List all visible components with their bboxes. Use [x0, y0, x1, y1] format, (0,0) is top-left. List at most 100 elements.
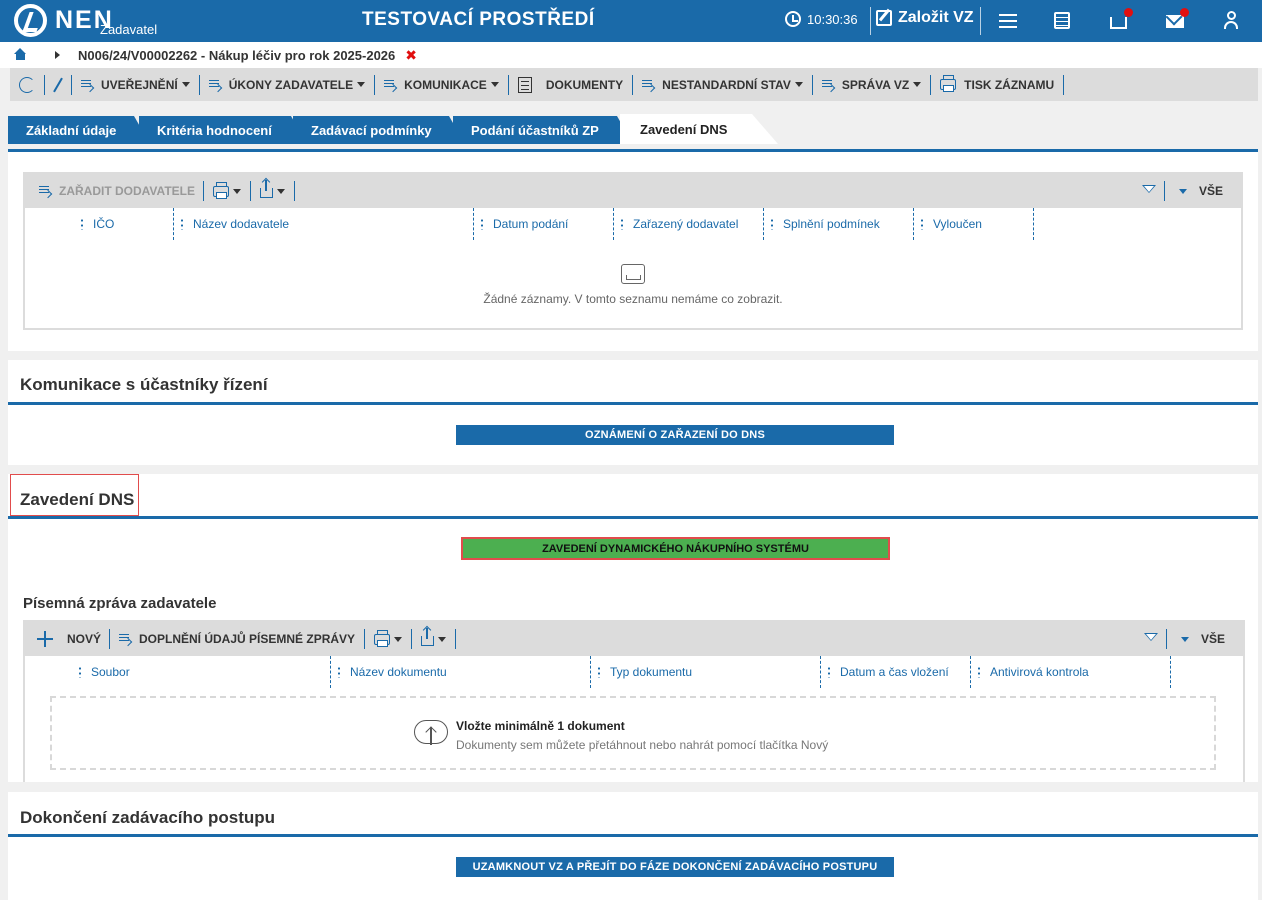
col-soubor[interactable]: Soubor — [79, 656, 130, 688]
refresh-button[interactable] — [10, 68, 44, 101]
menu-tisk-zaznamu[interactable]: TISK ZÁZNAMU — [931, 68, 1063, 101]
menu-sprava-vz[interactable]: SPRÁVA VZ — [813, 68, 930, 101]
menu-icon[interactable] — [997, 10, 1019, 32]
col-vyloucen[interactable]: Vyloučen — [921, 208, 982, 240]
print-icon — [213, 181, 229, 199]
home-icon[interactable] — [14, 48, 27, 61]
close-icon[interactable]: ✖ — [405, 47, 417, 64]
column-divider[interactable] — [473, 208, 474, 240]
zavedeni-dns-button[interactable]: ZAVEDENÍ DYNAMICKÉHO NÁKUPNÍHO SYSTÉMU — [461, 537, 890, 560]
menu-komunikace[interactable]: KOMUNIKACE — [375, 68, 508, 101]
uzamknout-vz-button[interactable]: UZAMKNOUT VZ A PŘEJÍT DO FÁZE DOKONČENÍ … — [456, 857, 894, 877]
suppliers-grid-toolbar: ZAŘADIT DODAVATELE VŠE — [25, 174, 1241, 208]
create-vz-label: Založit VZ — [898, 9, 974, 26]
view-all-dropdown[interactable]: VŠE — [1165, 175, 1241, 208]
column-divider[interactable] — [913, 208, 914, 240]
col-datum-podani[interactable]: Datum podání — [481, 208, 568, 240]
tab-label: Podání účastníků ZP — [471, 122, 599, 138]
breadcrumb-title[interactable]: N006/24/V00002262 - Nákup léčiv pro rok … — [78, 48, 395, 63]
doplneni-udaju-button[interactable]: DOPLNĚNÍ ÚDAJŮ PÍSEMNÉ ZPRÁVY — [110, 623, 364, 656]
export-menu-button[interactable] — [412, 623, 455, 656]
col-nazev-dokumentu[interactable]: Název dokumentu — [338, 656, 447, 688]
communication-panel: Komunikace s účastníky řízení OZNÁMENÍ O… — [8, 360, 1258, 465]
caret-down-icon — [233, 188, 241, 194]
filter-button[interactable] — [1134, 175, 1164, 208]
column-divider[interactable] — [590, 656, 591, 688]
col-splneni-podminek[interactable]: Splnění podmínek — [771, 208, 880, 240]
divider — [870, 7, 871, 35]
plus-icon — [37, 631, 53, 647]
col-nazev-dodavatele[interactable]: Název dodavatele — [181, 208, 289, 240]
zaradit-dodavatele-button[interactable]: ZAŘADIT DODAVATELE — [25, 175, 203, 208]
empty-tray-icon — [621, 264, 645, 284]
column-divider[interactable] — [330, 656, 331, 688]
tab-label: Kritéria hodnocení — [157, 122, 272, 138]
col-ico[interactable]: IČO — [81, 208, 114, 240]
upload-title: Vložte minimálně 1 dokument — [456, 719, 625, 733]
mail-icon[interactable] — [1164, 8, 1189, 32]
empty-text: Žádné záznamy. V tomto seznamu nemáme co… — [483, 292, 783, 306]
column-divider[interactable] — [613, 208, 614, 240]
tab-podani-ucastniku[interactable]: Podání účastníků ZP — [453, 116, 633, 144]
print-menu-button[interactable] — [365, 623, 411, 656]
tab-zakladni-udaje[interactable]: Základní údaje — [8, 116, 150, 144]
section-title: Zavedení DNS — [20, 490, 135, 509]
print-menu-button[interactable] — [204, 175, 250, 208]
menu-nestandardni-stav[interactable]: NESTANDARDNÍ STAV — [633, 68, 812, 101]
oznameni-zarazeni-button[interactable]: OZNÁMENÍ O ZAŘAZENÍ DO DNS — [456, 425, 894, 445]
menu-dokumenty[interactable]: DOKUMENTY — [509, 68, 632, 101]
tab-zadavaci-podminky[interactable]: Zadávací podmínky — [293, 116, 465, 144]
pencil-icon — [53, 77, 63, 92]
column-divider[interactable] — [763, 208, 764, 240]
tab-kriteria-hodnoceni[interactable]: Kritéria hodnocení — [139, 116, 307, 144]
cloud-upload-icon — [414, 720, 448, 745]
breadcrumb: N006/24/V00002262 - Nákup léčiv pro rok … — [0, 42, 1262, 68]
upload-dropzone[interactable]: Vložte minimálně 1 dokument Dokumenty se… — [50, 696, 1216, 770]
tab-zavedeni-dns[interactable]: Zavedení DNS — [620, 114, 778, 144]
column-divider[interactable] — [1170, 656, 1171, 688]
caret-down-icon — [277, 188, 285, 194]
col-zarazeny-dodavatel[interactable]: Zařazený dodavatel — [621, 208, 738, 240]
create-vz-button[interactable]: Založit VZ — [876, 9, 974, 27]
user-icon[interactable] — [1220, 11, 1242, 33]
caret-down-icon — [357, 82, 366, 87]
tab-label: Zavedení DNS — [640, 121, 728, 137]
export-menu-button[interactable] — [251, 175, 294, 208]
environment-title: TESTOVACÍ PROSTŘEDÍ — [362, 9, 595, 30]
menu-uverejneni[interactable]: UVEŘEJNĚNÍ — [72, 68, 199, 101]
menu-ukony-zadavatele[interactable]: ÚKONY ZADAVATELE — [200, 68, 374, 101]
calculator-icon[interactable] — [1052, 10, 1074, 32]
caret-down-icon — [1180, 636, 1189, 642]
clock-time: 10:30:36 — [807, 11, 858, 27]
filter-icon — [1143, 632, 1158, 646]
caret-down-icon — [181, 82, 190, 87]
view-all-dropdown[interactable]: VŠE — [1167, 623, 1243, 656]
column-divider[interactable] — [820, 656, 821, 688]
report-title: Písemná zpráva zadavatele — [23, 595, 217, 612]
col-typ-dokumentu[interactable]: Typ dokumentu — [598, 656, 692, 688]
documents-header-row: Soubor Název dokumentu Typ dokumentu Dat… — [25, 656, 1243, 688]
list-icon — [81, 79, 95, 91]
col-antivirova-kontrola[interactable]: Antivirová kontrola — [978, 656, 1089, 688]
filter-button[interactable] — [1136, 623, 1166, 656]
column-divider[interactable] — [173, 208, 174, 240]
menu-label: SPRÁVA VZ — [841, 77, 910, 92]
column-divider[interactable] — [1033, 208, 1034, 240]
divider — [294, 181, 295, 201]
column-divider[interactable] — [970, 656, 971, 688]
document-icon — [517, 76, 532, 93]
col-datum-vlozeni[interactable]: Datum a čas vložení — [828, 656, 949, 688]
top-bar: NEN Zadavatel TESTOVACÍ PROSTŘEDÍ 10:30:… — [0, 0, 1262, 42]
edit-button[interactable] — [45, 68, 71, 101]
print-icon — [374, 629, 391, 647]
list-icon — [208, 79, 223, 91]
view-label: VŠE — [1198, 184, 1223, 198]
new-document-button[interactable]: NOVÝ — [25, 623, 109, 656]
suppliers-header-row: IČO Název dodavatele Datum podání Zařaze… — [25, 208, 1241, 240]
edit-box-icon — [876, 10, 892, 26]
tab-label: Základní údaje — [26, 122, 117, 138]
section-title: Dokončení zadávacího postupu — [20, 808, 276, 827]
nen-logo[interactable]: NEN — [14, 3, 114, 39]
share-icon — [260, 180, 273, 198]
inbox-icon[interactable] — [1108, 8, 1133, 32]
